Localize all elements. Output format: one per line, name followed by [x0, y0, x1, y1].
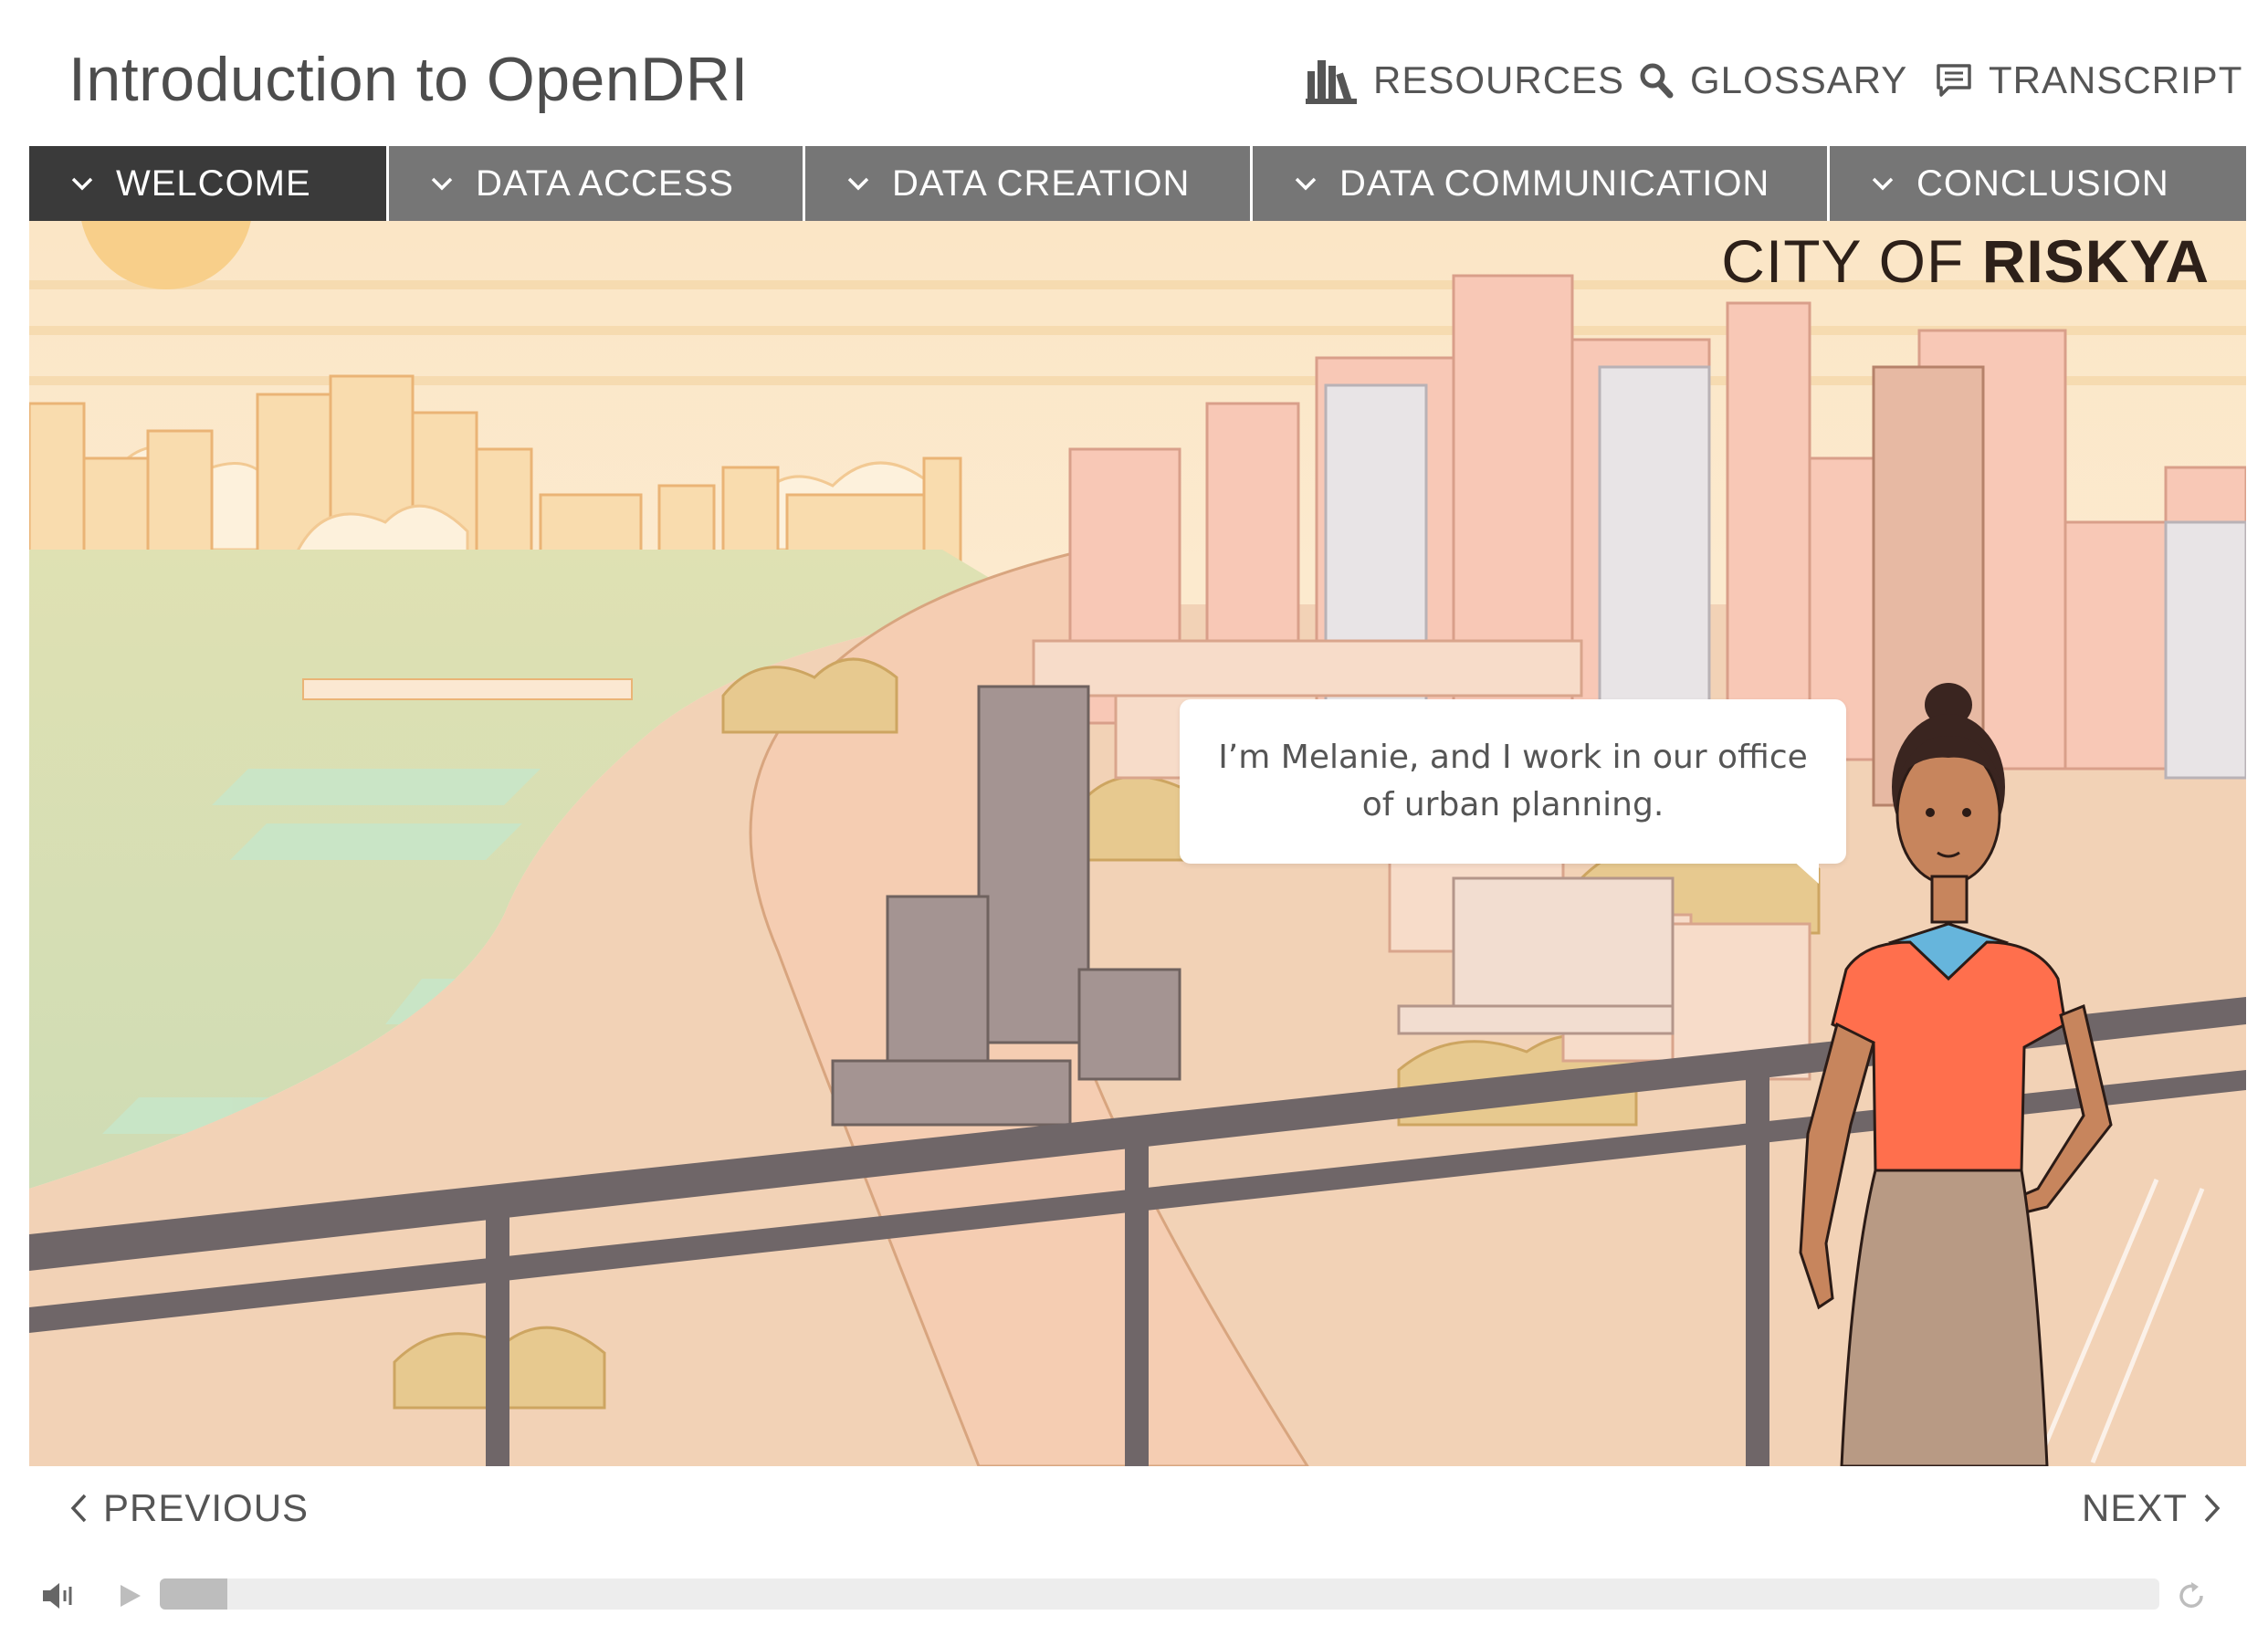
- progress-fill: [160, 1578, 228, 1610]
- next-button[interactable]: NEXT: [2082, 1481, 2222, 1536]
- chevron-down-icon: [71, 177, 93, 191]
- chevron-down-icon: [431, 177, 453, 191]
- tab-data-communication[interactable]: DATA COMMUNICATION: [1253, 146, 1830, 221]
- chat-icon: [1937, 64, 1971, 97]
- tab-conclusion[interactable]: CONCLUSION: [1830, 146, 2246, 221]
- chevron-down-icon: [1872, 177, 1894, 191]
- speech-bubble: I’m Melanie, and I work in our office of…: [1180, 699, 1846, 864]
- resources-label: RESOURCES: [1373, 58, 1625, 101]
- speech-bubble-tail: [1782, 851, 1819, 884]
- tab-label: DATA COMMUNICATION: [1339, 163, 1770, 204]
- transcript-label: TRANSCRIPT: [1989, 58, 2243, 101]
- search-icon: [1640, 63, 1674, 99]
- tab-welcome[interactable]: WELCOME: [29, 146, 389, 221]
- tab-data-access[interactable]: DATA ACCESS: [389, 146, 805, 221]
- books-icon: [1306, 60, 1357, 104]
- previous-label: PREVIOUS: [103, 1486, 310, 1529]
- play-icon[interactable]: [117, 1581, 144, 1610]
- speech-text: I’m Melanie, and I work in our office of…: [1218, 739, 1808, 823]
- city-illustration: [29, 221, 2246, 1466]
- tab-label: DATA CREATION: [892, 163, 1191, 204]
- progress-bar[interactable]: [160, 1578, 2159, 1610]
- section-nav: WELCOME DATA ACCESS DATA CREATION DATA C…: [29, 146, 2246, 221]
- tab-label: WELCOME: [116, 163, 311, 204]
- scene-illustration: CITY OF RISKYA I’m Melanie, and I work i…: [29, 221, 2246, 1466]
- resources-button[interactable]: RESOURCES: [1306, 53, 1624, 108]
- transcript-button[interactable]: TRANSCRIPT: [1936, 53, 2242, 108]
- tab-data-creation[interactable]: DATA CREATION: [805, 146, 1253, 221]
- chevron-down-icon: [1295, 177, 1317, 191]
- replay-icon[interactable]: [2175, 1579, 2208, 1612]
- chevron-left-icon: [70, 1494, 87, 1523]
- next-label: NEXT: [2081, 1486, 2188, 1529]
- course-title: Introduction to OpenDRI: [68, 45, 749, 114]
- tab-label: DATA ACCESS: [476, 163, 734, 204]
- skirt-shape: [1840, 1169, 2049, 1466]
- chevron-down-icon: [847, 177, 869, 191]
- glossary-button[interactable]: GLOSSARY: [1639, 53, 1907, 108]
- glossary-label: GLOSSARY: [1690, 58, 1908, 101]
- city-title-prefix: CITY OF: [1721, 227, 1982, 295]
- city-name: RISKYA: [1981, 227, 2210, 295]
- tab-label: CONCLUSION: [1916, 163, 2169, 204]
- city-title: CITY OF RISKYA: [1721, 226, 2210, 296]
- previous-button[interactable]: PREVIOUS: [68, 1481, 309, 1536]
- volume-icon[interactable]: [41, 1579, 78, 1612]
- chevron-right-icon: [2204, 1494, 2221, 1523]
